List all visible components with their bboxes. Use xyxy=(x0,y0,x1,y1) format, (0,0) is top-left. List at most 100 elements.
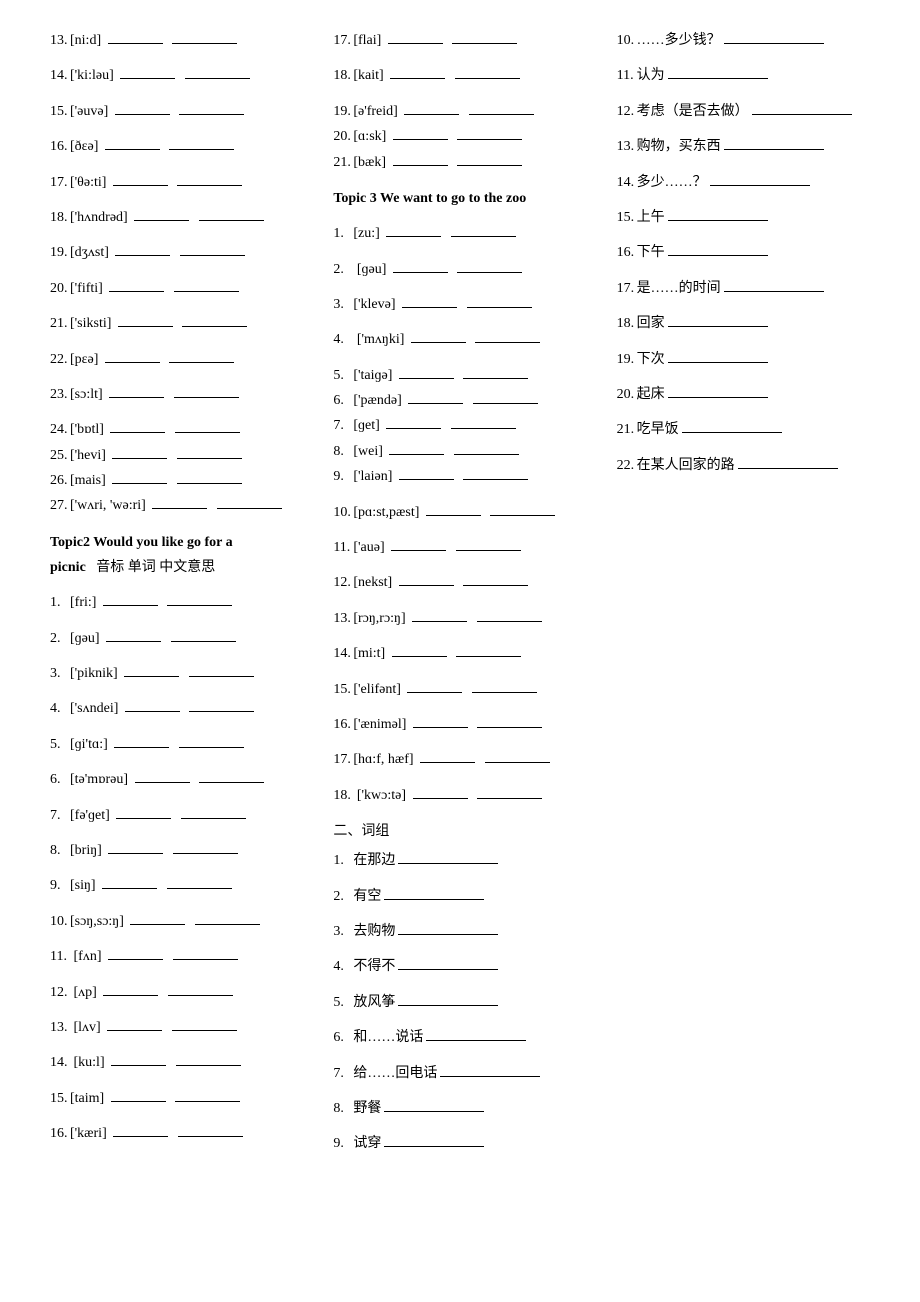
blank-meaning[interactable] xyxy=(475,342,540,343)
blank-meaning[interactable] xyxy=(171,641,236,642)
blank-answer[interactable] xyxy=(398,969,498,970)
blank-meaning[interactable] xyxy=(199,782,264,783)
blank-meaning[interactable] xyxy=(477,798,542,799)
blank-word[interactable] xyxy=(112,483,167,484)
blank-meaning[interactable] xyxy=(173,853,238,854)
blank-word[interactable] xyxy=(108,959,163,960)
blank-meaning[interactable] xyxy=(172,1030,237,1031)
blank-answer[interactable] xyxy=(682,432,782,433)
blank-word[interactable] xyxy=(399,479,454,480)
blank-meaning[interactable] xyxy=(463,585,528,586)
blank-meaning[interactable] xyxy=(451,428,516,429)
blank-meaning[interactable] xyxy=(457,165,522,166)
blank-meaning[interactable] xyxy=(485,762,550,763)
blank-meaning[interactable] xyxy=(189,711,254,712)
blank-word[interactable] xyxy=(391,550,446,551)
blank-meaning[interactable] xyxy=(455,78,520,79)
blank-meaning[interactable] xyxy=(456,656,521,657)
blank-word[interactable] xyxy=(115,255,170,256)
blank-meaning[interactable] xyxy=(174,291,239,292)
blank-word[interactable] xyxy=(412,621,467,622)
blank-word[interactable] xyxy=(404,114,459,115)
blank-answer[interactable] xyxy=(384,1146,484,1147)
blank-meaning[interactable] xyxy=(168,995,233,996)
blank-word[interactable] xyxy=(105,362,160,363)
blank-answer[interactable] xyxy=(738,468,838,469)
blank-word[interactable] xyxy=(108,43,163,44)
blank-answer[interactable] xyxy=(668,326,768,327)
blank-meaning[interactable] xyxy=(169,362,234,363)
blank-meaning[interactable] xyxy=(181,818,246,819)
blank-answer[interactable] xyxy=(668,397,768,398)
blank-answer[interactable] xyxy=(426,1040,526,1041)
blank-word[interactable] xyxy=(120,78,175,79)
blank-meaning[interactable] xyxy=(451,236,516,237)
blank-answer[interactable] xyxy=(724,43,824,44)
blank-word[interactable] xyxy=(116,818,171,819)
blank-word[interactable] xyxy=(413,798,468,799)
blank-meaning[interactable] xyxy=(189,676,254,677)
blank-word[interactable] xyxy=(390,78,445,79)
blank-word[interactable] xyxy=(107,1030,162,1031)
blank-meaning[interactable] xyxy=(463,378,528,379)
blank-meaning[interactable] xyxy=(177,185,242,186)
blank-meaning[interactable] xyxy=(469,114,534,115)
blank-word[interactable] xyxy=(103,995,158,996)
blank-answer[interactable] xyxy=(398,934,498,935)
blank-word[interactable] xyxy=(135,782,190,783)
blank-word[interactable] xyxy=(105,149,160,150)
blank-meaning[interactable] xyxy=(217,508,282,509)
blank-answer[interactable] xyxy=(668,362,768,363)
blank-word[interactable] xyxy=(113,185,168,186)
blank-word[interactable] xyxy=(106,641,161,642)
blank-meaning[interactable] xyxy=(472,692,537,693)
blank-answer[interactable] xyxy=(440,1076,540,1077)
blank-word[interactable] xyxy=(407,692,462,693)
blank-meaning[interactable] xyxy=(177,483,242,484)
blank-meaning[interactable] xyxy=(199,220,264,221)
blank-word[interactable] xyxy=(389,454,444,455)
blank-word[interactable] xyxy=(393,272,448,273)
blank-meaning[interactable] xyxy=(176,1065,241,1066)
blank-word[interactable] xyxy=(114,747,169,748)
blank-word[interactable] xyxy=(111,1101,166,1102)
blank-word[interactable] xyxy=(103,605,158,606)
blank-meaning[interactable] xyxy=(182,326,247,327)
blank-meaning[interactable] xyxy=(195,924,260,925)
blank-answer[interactable] xyxy=(752,114,852,115)
blank-meaning[interactable] xyxy=(477,727,542,728)
blank-word[interactable] xyxy=(109,397,164,398)
blank-word[interactable] xyxy=(392,656,447,657)
blank-meaning[interactable] xyxy=(172,43,237,44)
blank-meaning[interactable] xyxy=(185,78,250,79)
blank-word[interactable] xyxy=(386,428,441,429)
blank-meaning[interactable] xyxy=(490,515,555,516)
blank-meaning[interactable] xyxy=(457,272,522,273)
blank-meaning[interactable] xyxy=(180,255,245,256)
blank-word[interactable] xyxy=(393,165,448,166)
blank-meaning[interactable] xyxy=(173,959,238,960)
blank-meaning[interactable] xyxy=(174,397,239,398)
blank-answer[interactable] xyxy=(384,899,484,900)
blank-meaning[interactable] xyxy=(456,550,521,551)
blank-meaning[interactable] xyxy=(473,403,538,404)
blank-meaning[interactable] xyxy=(457,139,522,140)
blank-meaning[interactable] xyxy=(467,307,532,308)
blank-meaning[interactable] xyxy=(175,1101,240,1102)
blank-word[interactable] xyxy=(393,139,448,140)
blank-answer[interactable] xyxy=(398,1005,498,1006)
blank-word[interactable] xyxy=(413,727,468,728)
blank-word[interactable] xyxy=(102,888,157,889)
blank-word[interactable] xyxy=(108,853,163,854)
blank-answer[interactable] xyxy=(384,1111,484,1112)
blank-answer[interactable] xyxy=(668,78,768,79)
blank-word[interactable] xyxy=(130,924,185,925)
blank-word[interactable] xyxy=(115,114,170,115)
blank-word[interactable] xyxy=(399,378,454,379)
blank-meaning[interactable] xyxy=(167,605,232,606)
blank-meaning[interactable] xyxy=(167,888,232,889)
blank-word[interactable] xyxy=(411,342,466,343)
blank-word[interactable] xyxy=(134,220,189,221)
blank-word[interactable] xyxy=(408,403,463,404)
blank-answer[interactable] xyxy=(710,185,810,186)
